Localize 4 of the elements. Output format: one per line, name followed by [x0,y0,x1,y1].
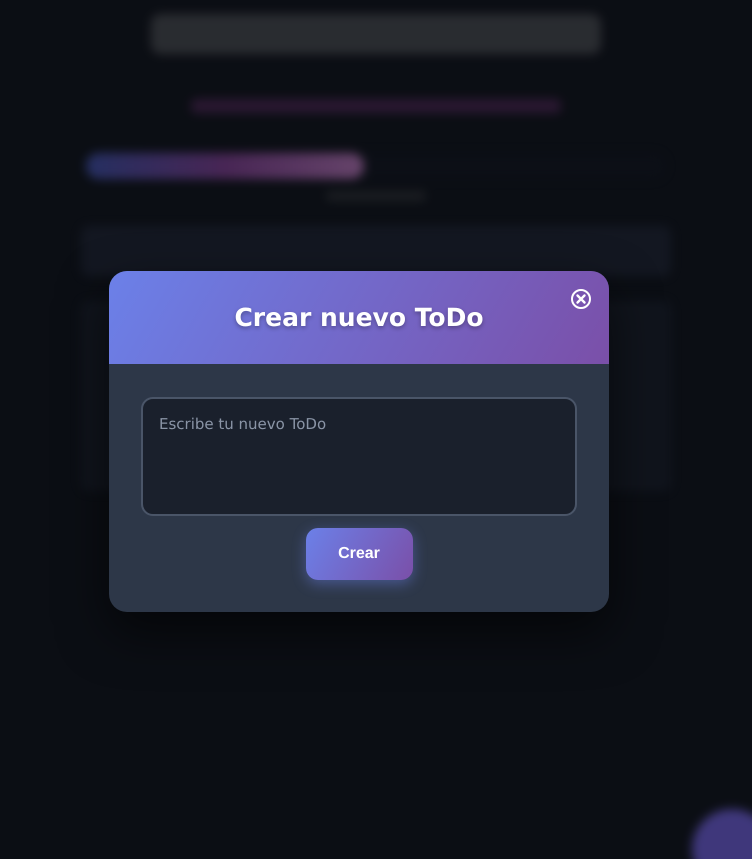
modal-title: Crear nuevo ToDo [234,303,484,332]
create-button[interactable]: Crear [306,528,412,580]
todo-input-field[interactable]: Escribe tu nuevo ToDo [141,397,577,516]
close-icon[interactable] [570,288,592,310]
